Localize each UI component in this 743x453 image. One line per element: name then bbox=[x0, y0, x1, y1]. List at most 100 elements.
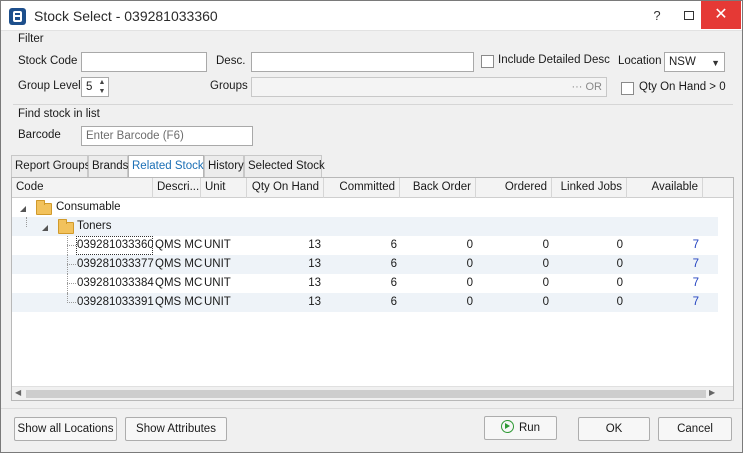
cell-description[interactable]: QMS MC3 bbox=[155, 274, 203, 293]
column-header-back-order[interactable]: Back Order bbox=[400, 178, 476, 198]
scroll-left-icon[interactable]: ◀ bbox=[15, 388, 21, 397]
cell-back-order[interactable]: 0 bbox=[400, 236, 473, 255]
column-header-unit[interactable]: Unit bbox=[201, 178, 247, 198]
play-icon bbox=[500, 420, 514, 433]
location-label: Location bbox=[618, 55, 662, 67]
cell-description[interactable]: QMS MC3 bbox=[155, 255, 203, 274]
groups-or-button[interactable]: ··· OR bbox=[571, 80, 602, 94]
show-all-locations-button[interactable]: Show all Locations bbox=[14, 417, 117, 441]
group-level-value: 5 bbox=[86, 81, 93, 93]
cell-linked-jobs[interactable]: 0 bbox=[552, 274, 623, 293]
group-label: Toners bbox=[77, 220, 112, 232]
cell-committed[interactable]: 6 bbox=[324, 255, 397, 274]
include-detailed-desc-checkbox[interactable] bbox=[481, 55, 494, 68]
tree-line bbox=[67, 302, 76, 303]
maximize-icon bbox=[684, 11, 694, 20]
column-header-code[interactable]: Code bbox=[12, 178, 153, 198]
cell-available[interactable]: 7 bbox=[627, 274, 699, 293]
cell-back-order[interactable]: 0 bbox=[400, 274, 473, 293]
cell-description[interactable]: QMS MC3 bbox=[155, 236, 203, 255]
cell-code[interactable]: 039281033384 bbox=[77, 274, 154, 293]
group-level-stepper[interactable]: 5 ▲ ▼ bbox=[81, 77, 109, 97]
find-stock-section-label: Find stock in list bbox=[18, 108, 100, 120]
tab-selected-stock[interactable]: Selected Stock bbox=[244, 155, 325, 177]
groups-input[interactable]: ··· OR bbox=[251, 77, 607, 97]
column-header-available[interactable]: Available bbox=[627, 178, 703, 198]
table-row[interactable]: 039281033377 QMS MC3 UNIT 13 6 0 0 0 7 bbox=[12, 255, 718, 274]
cell-qty-on-hand[interactable]: 13 bbox=[247, 293, 321, 312]
desc-input[interactable] bbox=[251, 52, 474, 72]
cell-linked-jobs[interactable]: 0 bbox=[552, 293, 623, 312]
folder-icon bbox=[36, 200, 52, 215]
spin-arrows-icon[interactable]: ▲ ▼ bbox=[97, 78, 107, 96]
tree-line bbox=[26, 217, 27, 227]
barcode-input[interactable]: Enter Barcode (F6) bbox=[81, 126, 253, 146]
desc-label: Desc. bbox=[216, 55, 246, 67]
show-attributes-button[interactable]: Show Attributes bbox=[125, 417, 227, 441]
column-header-committed[interactable]: Committed bbox=[324, 178, 400, 198]
cell-unit[interactable]: UNIT bbox=[204, 255, 248, 274]
cell-back-order[interactable]: 0 bbox=[400, 293, 473, 312]
cell-linked-jobs[interactable]: 0 bbox=[552, 236, 623, 255]
stock-code-input[interactable] bbox=[81, 52, 207, 72]
group-level-label: Group Level bbox=[18, 80, 81, 92]
table-row[interactable]: 039281033391 QMS MC3 UNIT 13 6 0 0 0 7 bbox=[12, 293, 718, 312]
tab-brands[interactable]: Brands bbox=[88, 155, 128, 177]
cell-available[interactable]: 7 bbox=[627, 255, 699, 274]
cell-committed[interactable]: 6 bbox=[324, 274, 397, 293]
column-header-qty-on-hand[interactable]: Qty On Hand bbox=[247, 178, 324, 198]
cell-qty-on-hand[interactable]: 13 bbox=[247, 255, 321, 274]
horizontal-scrollbar[interactable]: ◀ ▶ bbox=[12, 386, 733, 400]
cell-code[interactable]: 039281033391 bbox=[77, 293, 154, 312]
cell-committed[interactable]: 6 bbox=[324, 236, 397, 255]
folder-icon bbox=[58, 219, 74, 234]
location-select[interactable]: NSW ▼ bbox=[664, 52, 725, 72]
cell-available[interactable]: 7 bbox=[627, 236, 699, 255]
table-row[interactable]: 039281033360 QMS MC3 UNIT 13 6 0 0 0 7 bbox=[12, 236, 718, 255]
cell-committed[interactable]: 6 bbox=[324, 293, 397, 312]
cell-qty-on-hand[interactable]: 13 bbox=[247, 274, 321, 293]
cell-unit[interactable]: UNIT bbox=[204, 236, 248, 255]
tab-related-stock[interactable]: Related Stock bbox=[128, 155, 204, 178]
cell-ordered[interactable]: 0 bbox=[476, 274, 549, 293]
group-row-toners[interactable]: Toners bbox=[12, 217, 718, 236]
cell-code[interactable]: 039281033360 bbox=[76, 236, 153, 255]
run-button[interactable]: Run bbox=[484, 416, 557, 440]
window-title: Stock Select - 039281033360 bbox=[34, 8, 218, 24]
close-button[interactable]: ✕ bbox=[701, 1, 741, 29]
cell-ordered[interactable]: 0 bbox=[476, 293, 549, 312]
cell-ordered[interactable]: 0 bbox=[476, 236, 549, 255]
scrollbar-thumb[interactable] bbox=[26, 390, 706, 398]
cell-unit[interactable]: UNIT bbox=[204, 274, 248, 293]
expander-icon[interactable] bbox=[42, 225, 48, 231]
expander-icon[interactable] bbox=[20, 206, 26, 212]
cell-available[interactable]: 7 bbox=[627, 293, 699, 312]
cell-linked-jobs[interactable]: 0 bbox=[552, 255, 623, 274]
column-header-linked-jobs[interactable]: Linked Jobs bbox=[552, 178, 627, 198]
stock-grid[interactable]: Code Descri... Unit Qty On Hand Committe… bbox=[11, 177, 734, 401]
qty-on-hand-label: Qty On Hand > 0 bbox=[639, 81, 726, 93]
tree-line bbox=[67, 264, 76, 265]
scroll-right-icon[interactable]: ▶ bbox=[709, 388, 715, 397]
cell-unit[interactable]: UNIT bbox=[204, 293, 248, 312]
cell-ordered[interactable]: 0 bbox=[476, 255, 549, 274]
column-header-description[interactable]: Descri... bbox=[153, 178, 201, 198]
include-detailed-desc-label: Include Detailed Desc bbox=[498, 54, 610, 66]
stock-select-window: Stock Select - 039281033360 ? ✕ Filter S… bbox=[0, 0, 743, 453]
column-header-ordered[interactable]: Ordered bbox=[476, 178, 552, 198]
table-row[interactable]: 039281033384 QMS MC3 UNIT 13 6 0 0 0 7 bbox=[12, 274, 718, 293]
run-button-label: Run bbox=[518, 422, 541, 434]
group-row-consumable[interactable]: Consumable bbox=[12, 198, 718, 217]
cell-code[interactable]: 039281033377 bbox=[77, 255, 154, 274]
cell-description[interactable]: QMS MC3 bbox=[155, 293, 203, 312]
tab-history[interactable]: History bbox=[204, 155, 244, 177]
cancel-button[interactable]: Cancel bbox=[658, 417, 732, 441]
help-button[interactable]: ? bbox=[641, 1, 673, 31]
cell-qty-on-hand[interactable]: 13 bbox=[247, 236, 321, 255]
ok-button[interactable]: OK bbox=[578, 417, 650, 441]
qty-on-hand-checkbox[interactable] bbox=[621, 82, 634, 95]
filter-section-label: Filter bbox=[18, 33, 44, 45]
tab-report-groups[interactable]: Report Groups bbox=[11, 155, 90, 177]
grid-header: Code Descri... Unit Qty On Hand Committe… bbox=[12, 178, 733, 198]
cell-back-order[interactable]: 0 bbox=[400, 255, 473, 274]
